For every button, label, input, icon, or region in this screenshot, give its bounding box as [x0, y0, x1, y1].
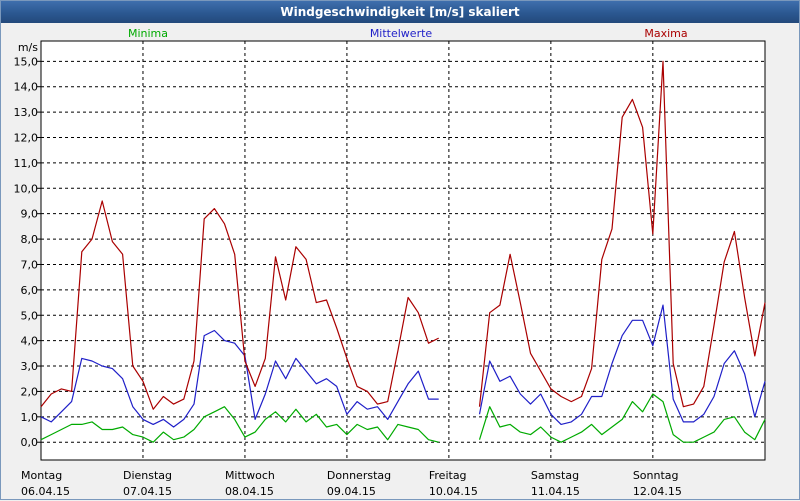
y-tick-label: 5,0	[21, 309, 39, 322]
y-tick-label: 9,0	[21, 208, 39, 221]
x-tick-date: 11.04.15	[531, 485, 580, 498]
y-tick-label: 10,0	[14, 182, 39, 195]
legend-mittelwerte: Mittelwerte	[370, 27, 433, 40]
chart-window: Windgeschwindigkeit [m/s] skaliert m/s M…	[0, 0, 800, 500]
y-tick-label: 3,0	[21, 360, 39, 373]
x-tick-day: Montag	[21, 469, 62, 482]
y-tick-label: 6,0	[21, 284, 39, 297]
x-tick-date: 07.04.15	[123, 485, 172, 498]
y-tick-label: 14,0	[14, 81, 39, 94]
x-tick-day: Donnerstag	[327, 469, 391, 482]
x-tick-date: 10.04.15	[429, 485, 478, 498]
x-tick-day: Mittwoch	[225, 469, 275, 482]
y-tick-label: 13,0	[14, 106, 39, 119]
y-tick-label: 0,0	[21, 436, 39, 449]
y-axis-ticks: 0,0 1,0 2,0 3,0 4,0 5,0 6,0 7,0 8,0 9,0 10,0 11,0 12…	[14, 55, 41, 449]
legend-minima: Minima	[128, 27, 168, 40]
x-tick-date: 06.04.15	[21, 485, 70, 498]
y-tick-label: 15,0	[14, 55, 39, 68]
y-tick-label: 1,0	[21, 411, 39, 424]
x-tick-day: Dienstag	[123, 469, 172, 482]
wind-speed-chart: m/s Minima Mittelwerte Maxima 0,0 1,0 2,0 3…	[14, 27, 766, 498]
y-tick-label: 7,0	[21, 258, 39, 271]
legend-maxima: Maxima	[644, 27, 687, 40]
x-tick-day: Sonntag	[633, 469, 679, 482]
y-axis-unit-label: m/s	[18, 41, 38, 54]
y-tick-label: 8,0	[21, 233, 39, 246]
x-tick-date: 08.04.15	[225, 485, 274, 498]
y-tick-label: 11,0	[14, 157, 39, 170]
y-tick-label: 2,0	[21, 385, 39, 398]
x-axis-ticks: Montag 06.04.15 Dienstag 07.04.15 Mittwoch 08…	[21, 469, 682, 498]
y-tick-label: 12,0	[14, 131, 39, 144]
x-tick-day: Freitag	[429, 469, 467, 482]
x-tick-date: 09.04.15	[327, 485, 376, 498]
y-tick-label: 4,0	[21, 335, 39, 348]
x-tick-day: Samstag	[531, 469, 579, 482]
x-tick-date: 12.04.15	[633, 485, 682, 498]
